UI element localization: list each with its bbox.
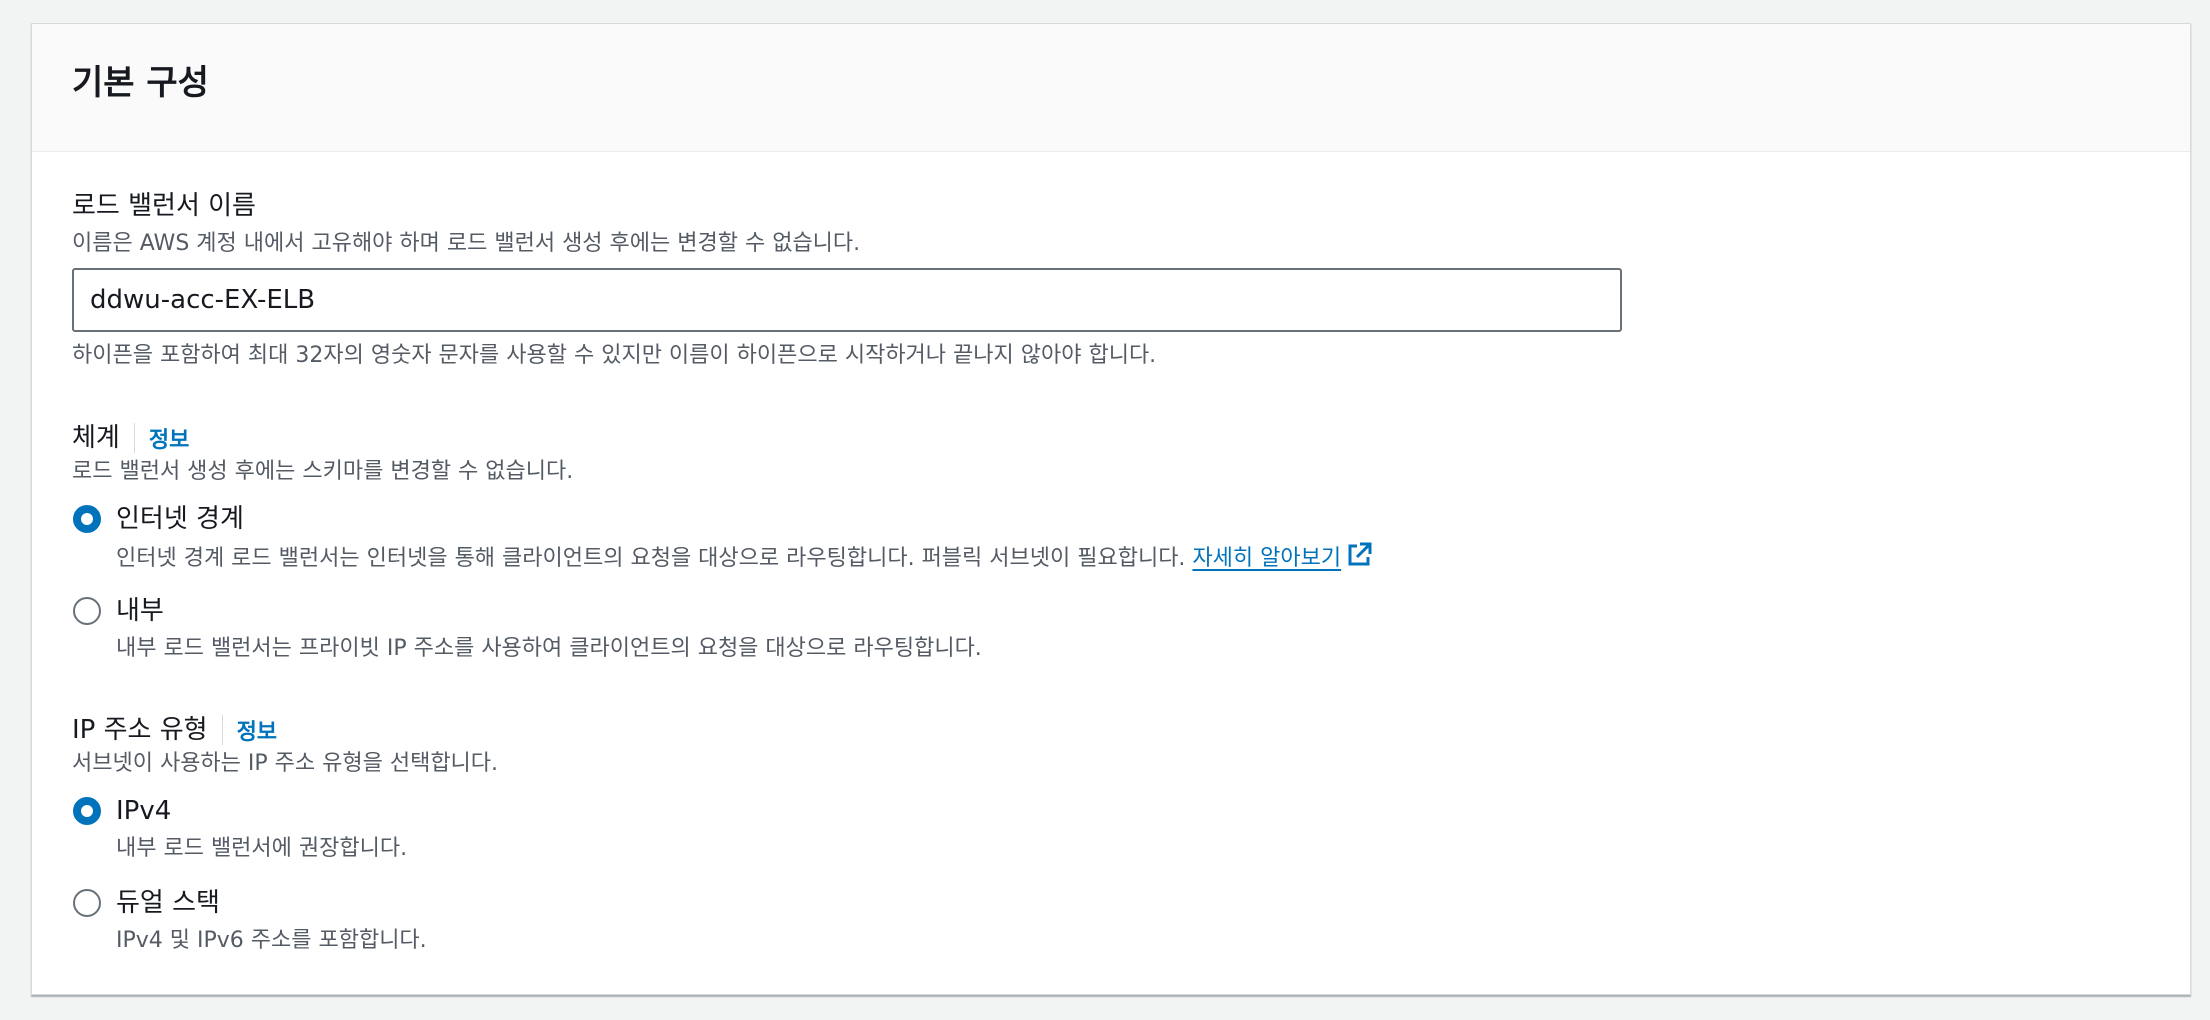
divider bbox=[221, 715, 223, 745]
internet-facing-description-row: 인터넷 경계 로드 밸런서는 인터넷을 통해 클라이언트의 요청을 대상으로 라… bbox=[116, 541, 1373, 579]
basic-config-container: 기본 구성 로드 밸런서 이름 이름은 AWS 계정 내에서 고유해야 하며 로… bbox=[31, 23, 2191, 995]
ip-type-info-link[interactable]: 정보 bbox=[237, 714, 277, 746]
container-header: 기본 구성 bbox=[32, 24, 2190, 152]
lb-name-description: 이름은 AWS 계정 내에서 고유해야 하며 로드 밸런서 생성 후에는 변경할… bbox=[72, 231, 861, 256]
ip-type-description: 서브넷이 사용하는 IP 주소 유형을 선택합니다. bbox=[72, 751, 499, 776]
ipv4-description: 내부 로드 밸런서에 권장합니다. bbox=[116, 836, 408, 861]
ip-type-label-group: IP 주소 유형 정보 bbox=[72, 712, 277, 748]
lb-name-constraint: 하이픈을 포함하여 최대 32자의 영숫자 문자를 사용할 수 있지만 이름이 … bbox=[72, 343, 1157, 368]
internet-facing-description: 인터넷 경계 로드 밸런서는 인터넷을 통해 클라이언트의 요청을 대상으로 라… bbox=[116, 546, 1186, 571]
divider bbox=[133, 423, 135, 453]
external-link-icon[interactable] bbox=[1345, 541, 1373, 579]
radio-internal[interactable] bbox=[73, 597, 101, 625]
ip-type-label: IP 주소 유형 bbox=[72, 715, 208, 745]
internal-description: 내부 로드 밸런서는 프라이빗 IP 주소를 사용하여 클라이언트의 요청을 대… bbox=[116, 636, 982, 661]
radio-dualstack[interactable] bbox=[73, 889, 101, 917]
lb-name-input[interactable] bbox=[72, 268, 1622, 332]
scheme-label: 체계 bbox=[72, 423, 120, 453]
learn-more-link[interactable]: 자세히 알아보기 bbox=[1192, 542, 1373, 571]
radio-internet-facing[interactable] bbox=[73, 505, 101, 533]
learn-more-label[interactable]: 자세히 알아보기 bbox=[1192, 546, 1341, 571]
ipv4-label[interactable]: IPv4 bbox=[116, 793, 171, 829]
scheme-label-group: 체계 정보 bbox=[72, 420, 189, 456]
scheme-info-link[interactable]: 정보 bbox=[149, 422, 189, 454]
internal-label[interactable]: 내부 bbox=[116, 593, 164, 629]
dualstack-description: IPv4 및 IPv6 주소를 포함합니다. bbox=[116, 928, 427, 953]
scheme-description: 로드 밸런서 생성 후에는 스키마를 변경할 수 없습니다. bbox=[72, 459, 574, 484]
internet-facing-label[interactable]: 인터넷 경계 bbox=[116, 501, 244, 537]
radio-ipv4[interactable] bbox=[73, 797, 101, 825]
section-title: 기본 구성 bbox=[72, 63, 209, 103]
lb-name-label: 로드 밸런서 이름 bbox=[72, 191, 256, 221]
dualstack-label[interactable]: 듀얼 스택 bbox=[116, 885, 220, 921]
